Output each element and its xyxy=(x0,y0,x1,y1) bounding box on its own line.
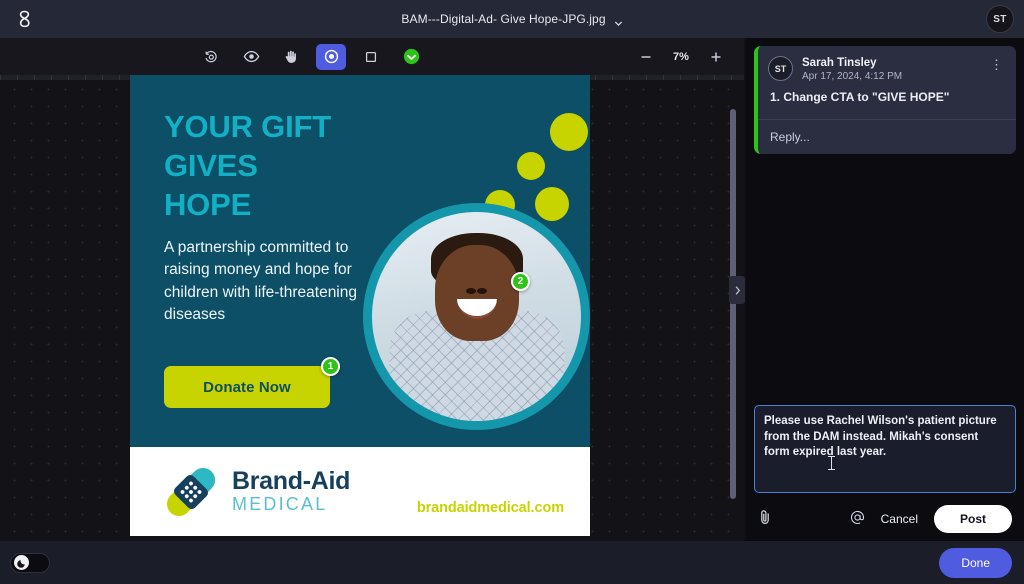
done-button[interactable]: Done xyxy=(939,547,1012,578)
website-url: brandaidmedical.com xyxy=(416,500,564,516)
moon-icon xyxy=(14,555,29,570)
cta-wrapper: Donate Now 1 xyxy=(164,357,340,408)
decor-dot xyxy=(517,152,545,180)
comment-input-value: Please use Rachel Wilson's patient pictu… xyxy=(764,415,997,459)
document-title: BAM---Digital-Ad- Give Hope-JPG.jpg xyxy=(401,12,606,26)
comment-input[interactable]: Please use Rachel Wilson's patient pictu… xyxy=(754,405,1016,493)
at-mention-icon[interactable] xyxy=(850,510,865,528)
composer-left-actions xyxy=(758,509,772,530)
comment-header: ST Sarah Tinsley Apr 17, 2024, 4:12 PM ⋮ xyxy=(758,46,1016,84)
headline-line-3: HOPE xyxy=(164,187,252,223)
creative-body-copy: A partnership committed to raising money… xyxy=(164,239,357,323)
post-button[interactable]: Post xyxy=(933,505,1012,533)
comments-panel: ST Sarah Tinsley Apr 17, 2024, 4:12 PM ⋮… xyxy=(746,38,1024,541)
paperclip-icon[interactable] xyxy=(758,509,772,530)
pin-number: 2 xyxy=(517,276,524,287)
comment-card[interactable]: ST Sarah Tinsley Apr 17, 2024, 4:12 PM ⋮… xyxy=(754,46,1016,154)
document-title-group: BAM---Digital-Ad- Give Hope-JPG.jpg xyxy=(0,0,1024,38)
creative-headline: YOUR GIFT GIVES HOPE xyxy=(164,107,331,224)
panel-collapse-handle[interactable] xyxy=(729,276,745,304)
ad-creative[interactable]: YOUR GIFT GIVES HOPE A partnership commi… xyxy=(130,75,590,536)
text-cursor xyxy=(828,456,835,470)
brand-logotype: Brand-Aid MEDICAL xyxy=(232,468,350,515)
chevron-down-icon[interactable] xyxy=(614,15,623,26)
minus-icon[interactable] xyxy=(638,49,654,65)
creative-upper: YOUR GIFT GIVES HOPE A partnership commi… xyxy=(130,75,590,447)
approve-icon[interactable] xyxy=(396,44,426,70)
annotation-point-icon[interactable] xyxy=(316,43,346,70)
composer-right-actions: Cancel Post xyxy=(850,505,1012,533)
toolbar: 7% xyxy=(0,38,744,75)
comment-composer: Please use Rachel Wilson's patient pictu… xyxy=(754,405,1016,533)
rectangle-icon[interactable] xyxy=(356,44,386,70)
canvas-scrollbar[interactable] xyxy=(730,109,736,499)
brand-aid-bandaid-logo-icon xyxy=(160,463,222,521)
creative-footer: Brand-Aid MEDICAL brandaidmedical.com xyxy=(130,447,590,536)
kebab-menu-icon[interactable]: ⋮ xyxy=(987,56,1006,73)
comment-timestamp: Apr 17, 2024, 4:12 PM xyxy=(802,71,903,83)
bottom-bar: Done xyxy=(0,541,1024,584)
pin-number: 1 xyxy=(327,361,334,372)
reply-input[interactable]: Reply... xyxy=(758,118,1016,154)
dark-mode-toggle[interactable] xyxy=(10,552,50,573)
headline-line-1: YOUR GIFT xyxy=(164,109,331,144)
plus-icon[interactable] xyxy=(708,49,724,65)
infinity-logo-icon[interactable] xyxy=(0,0,48,38)
brand-name: Brand-Aid xyxy=(232,466,351,495)
creative-photo xyxy=(363,203,590,430)
annotation-pin-2[interactable]: 2 xyxy=(511,272,530,291)
brand-tagline: MEDICAL xyxy=(232,494,328,515)
comment-body: 1. Change CTA to "GIVE HOPE" xyxy=(770,90,950,105)
donate-now-button[interactable]: Donate Now xyxy=(164,366,330,408)
decor-dot xyxy=(535,187,569,221)
user-avatar[interactable]: ST xyxy=(986,5,1014,33)
decor-dot xyxy=(550,113,588,151)
hand-icon[interactable] xyxy=(276,44,306,70)
zoom-level: 7% xyxy=(673,50,689,63)
eye-icon[interactable] xyxy=(236,44,266,70)
avatar-initials: ST xyxy=(774,63,787,74)
composer-actions: Cancel Post xyxy=(754,505,1016,533)
avatar-initials: ST xyxy=(993,13,1007,25)
history-icon[interactable] xyxy=(196,44,226,70)
annotation-tools xyxy=(196,38,426,75)
headline-line-2: GIVES xyxy=(164,148,258,184)
cta-label: Donate Now xyxy=(203,378,291,396)
zoom-controls: 7% xyxy=(638,38,724,75)
annotation-pin-1[interactable]: 1 xyxy=(321,357,340,376)
top-bar: BAM---Digital-Ad- Give Hope-JPG.jpg ST xyxy=(0,0,1024,38)
comment-author-name: Sarah Tinsley xyxy=(802,57,877,69)
comment-meta: Sarah Tinsley Apr 17, 2024, 4:12 PM xyxy=(802,56,987,82)
app-root: BAM---Digital-Ad- Give Hope-JPG.jpg ST 7… xyxy=(0,0,1024,584)
comment-author-avatar: ST xyxy=(768,56,793,81)
cancel-button[interactable]: Cancel xyxy=(881,512,918,526)
